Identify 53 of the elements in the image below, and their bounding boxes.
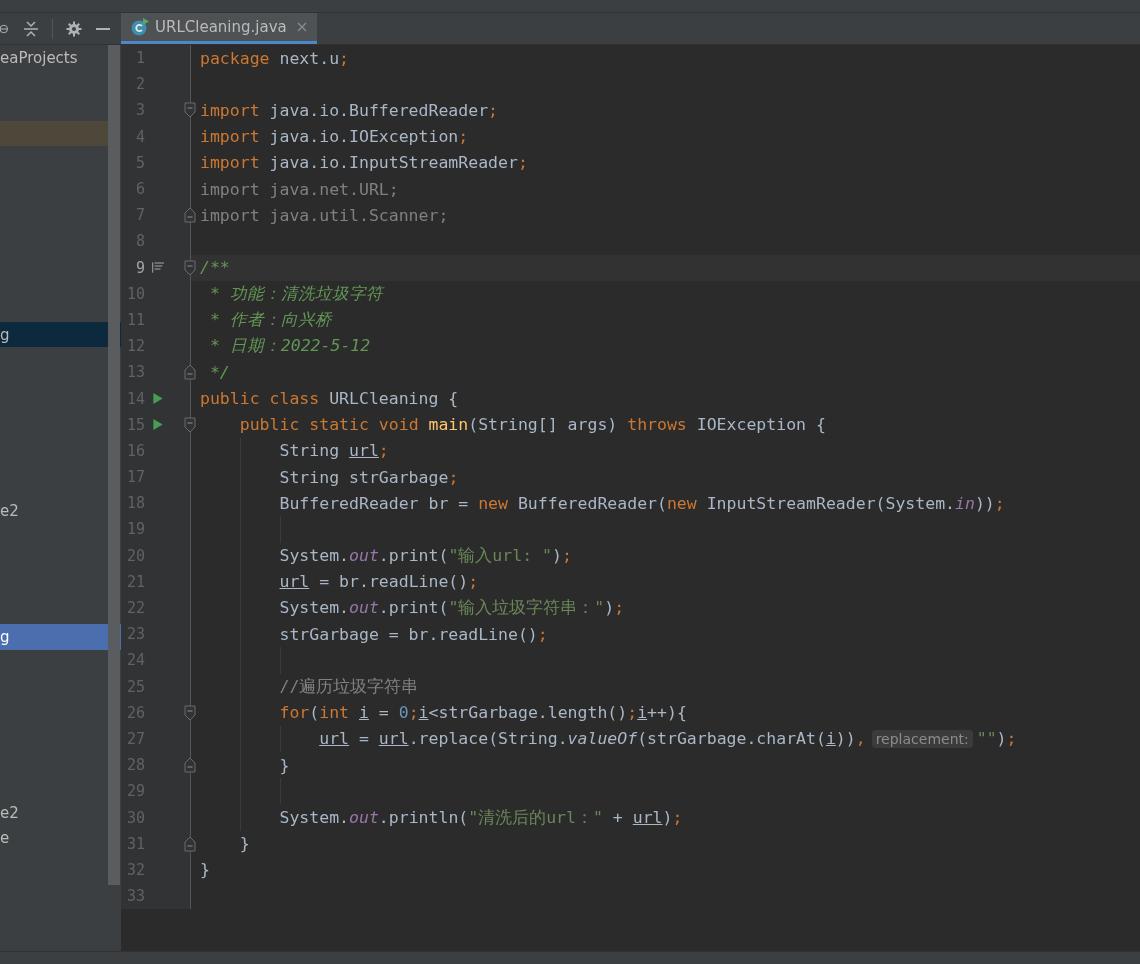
code-text: import java.util.Scanner;: [200, 205, 449, 225]
code-text: }: [278, 755, 290, 775]
code-text: //遍历垃圾字符串: [278, 675, 419, 698]
code-text: public class URLCleaning {: [200, 389, 459, 409]
class-icon: [131, 18, 149, 36]
settings-icon[interactable]: [66, 20, 82, 37]
tree-item[interactable]: eaProjects: [0, 48, 78, 67]
code-text: System.out.println("清洗后的url：" + url);: [278, 806, 683, 829]
collapse-all-icon[interactable]: [23, 20, 39, 37]
fold-icon[interactable]: [184, 757, 196, 774]
code-text: import java.io.BufferedReader;: [200, 100, 499, 120]
code-text: BufferedReader br = new BufferedReader(new InputStreamReader(System.in));: [278, 493, 1005, 513]
code-text: }: [200, 860, 210, 880]
fold-icon[interactable]: [184, 835, 196, 852]
code-text: * 功能：清洗垃圾字符: [208, 282, 383, 305]
run-icon[interactable]: [152, 392, 164, 406]
code-text: public static void main(String[] args) throws IOException {: [238, 415, 826, 435]
tree-row[interactable]: g: [0, 624, 121, 650]
doc-render-icon[interactable]: [152, 261, 164, 275]
tree-item[interactable]: e: [0, 829, 10, 848]
tree-item[interactable]: e2: [0, 804, 19, 823]
tree-item[interactable]: e2: [0, 501, 19, 520]
code-text: import java.net.URL;: [200, 179, 399, 199]
code-text: */: [208, 362, 230, 382]
code-text: String url;: [278, 441, 389, 461]
code-text: url = br.readLine();: [278, 572, 479, 592]
line-number: 9: [134, 258, 145, 277]
run-icon[interactable]: [152, 418, 164, 432]
code-text: * 日期：2022-5-12: [208, 335, 371, 358]
fold-icon[interactable]: [184, 102, 196, 119]
code-text: "");: [976, 729, 1017, 749]
code-text: package next.u;: [200, 48, 350, 68]
code-text: String strGarbage;: [278, 467, 459, 487]
fold-icon[interactable]: [184, 207, 196, 224]
fold-icon[interactable]: [184, 364, 196, 381]
parameter-hint: replacement:: [871, 729, 973, 748]
code-text: System.out.print("输入垃圾字符串：");: [278, 597, 625, 620]
tree-row[interactable]: g: [0, 322, 121, 348]
code-text: /**: [200, 258, 230, 278]
fold-icon[interactable]: [184, 416, 196, 433]
code-text: import java.io.IOException;: [200, 127, 469, 147]
code-text: }: [238, 834, 250, 854]
fold-icon[interactable]: [184, 704, 196, 721]
close-icon[interactable]: [296, 22, 307, 32]
code-text: System.out.print("输入url: ");: [278, 544, 572, 567]
code-text: * 作者：向兴桥: [208, 308, 332, 331]
code-text: url = url.replace(String.valueOf(strGarbage.charAt(i)),: [318, 729, 866, 749]
code-text: import java.io.InputStreamReader;: [200, 153, 528, 173]
code-text: strGarbage = br.readLine();: [278, 624, 548, 644]
fold-icon[interactable]: [184, 259, 196, 276]
code-text: for(int i = 0;i<strGarbage.length();i++){: [278, 703, 687, 723]
file-tab[interactable]: URLCleaning.java: [121, 13, 317, 44]
scrollbar-thumb[interactable]: [108, 45, 120, 885]
